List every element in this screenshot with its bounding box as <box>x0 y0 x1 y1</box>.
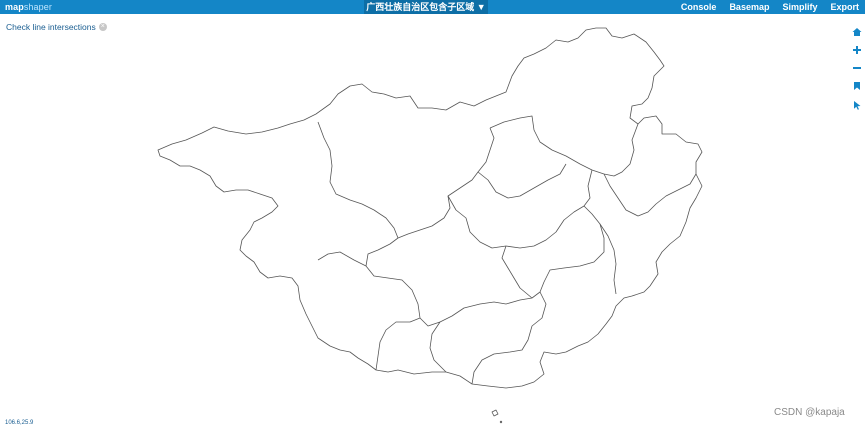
menu-simplify[interactable]: Simplify <box>782 0 817 14</box>
boundary-7 <box>603 173 697 217</box>
boundary-6 <box>501 245 533 299</box>
island-1 <box>491 409 499 417</box>
top-bar: mapshaper 广西壮族自治区包含子区域 ▼ Console Basemap… <box>0 0 865 14</box>
bookmark-icon <box>854 82 860 90</box>
coordinate-readout: 106.6,25.9 <box>5 420 34 426</box>
map-canvas[interactable] <box>0 14 865 429</box>
home-icon <box>852 28 862 36</box>
boundary-10 <box>429 321 447 373</box>
menu-console[interactable]: Console <box>681 0 717 14</box>
zoom-out-button[interactable] <box>849 60 865 76</box>
boundary-11 <box>471 291 547 385</box>
boundary-12 <box>317 251 367 267</box>
zoom-in-icon <box>853 46 861 54</box>
menu-basemap[interactable]: Basemap <box>729 0 769 14</box>
bookmark-button[interactable] <box>849 78 865 94</box>
pointer-icon <box>854 101 861 110</box>
boundary-1 <box>317 121 495 239</box>
logo-secondary: shaper <box>23 2 52 12</box>
app-logo[interactable]: mapshaper <box>5 0 52 14</box>
layer-selector[interactable]: 广西壮族自治区包含子区域 ▼ <box>364 0 488 14</box>
menu-export[interactable]: Export <box>830 0 859 14</box>
boundary-8 <box>599 223 617 295</box>
pointer-button[interactable] <box>849 97 865 113</box>
zoom-out-icon <box>853 67 861 69</box>
watermark: CSDN @kapaja <box>774 407 845 418</box>
home-button[interactable] <box>849 24 865 40</box>
main-menu: Console Basemap Simplify Export <box>681 0 859 14</box>
layer-selector-label: 广西壮族自治区包含子区域 ▼ <box>366 2 486 12</box>
region-outline <box>157 27 703 389</box>
island-2 <box>499 420 503 424</box>
boundary-9 <box>375 317 421 371</box>
boundary-3 <box>477 163 567 199</box>
logo-primary: map <box>5 2 24 12</box>
zoom-in-button[interactable] <box>849 42 865 58</box>
boundary-5 <box>365 205 605 327</box>
